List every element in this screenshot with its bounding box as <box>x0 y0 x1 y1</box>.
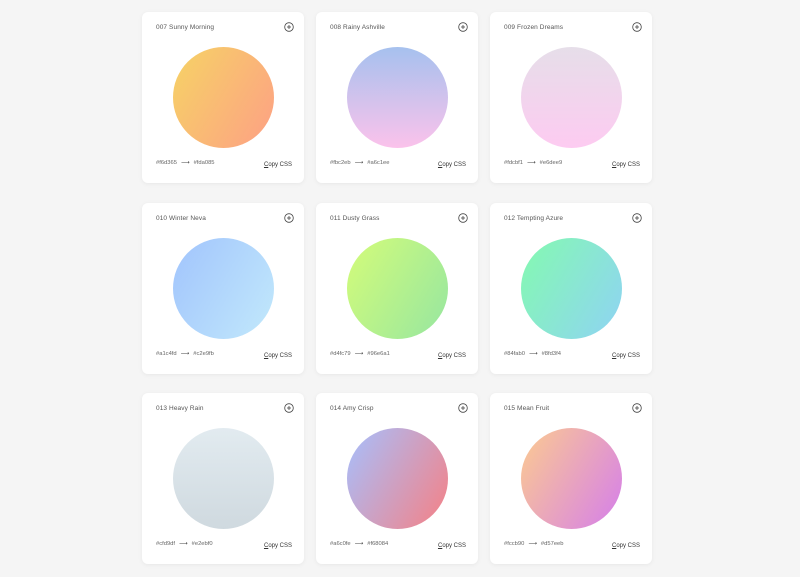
color-from: #a6c0fe <box>330 540 351 547</box>
copy-css-button[interactable]: Copy CSS <box>264 353 292 359</box>
color-from: #84fab0 <box>504 350 525 357</box>
gradient-swatch <box>521 238 622 339</box>
copy-css-button[interactable]: Copy CSS <box>264 162 292 168</box>
color-codes: #fbc2eb ⟶ #a6c1ee <box>330 159 390 167</box>
color-codes: #fccb90 ⟶ #d57eeb <box>504 540 564 548</box>
gradient-grid: 007 Sunny Morning #f6d365 ⟶ #fda085 Copy… <box>0 0 800 577</box>
card-title: 008 Rainy Ashville <box>330 24 385 31</box>
color-codes: #f6d365 ⟶ #fda085 <box>156 159 215 167</box>
plus-circle-icon[interactable] <box>632 213 642 223</box>
gradient-card-009: 009 Frozen Dreams #fdcbf1 ⟶ #e6dee9 Copy… <box>490 12 652 183</box>
gradient-swatch <box>521 47 622 148</box>
copy-css-button[interactable]: Copy CSS <box>438 162 466 168</box>
arrow-right-icon: ⟶ <box>527 160 536 166</box>
arrow-right-icon: ⟶ <box>180 351 190 357</box>
color-to: #e6dee9 <box>539 159 563 166</box>
card-title: 012 Tempting Azure <box>504 215 564 222</box>
plus-circle-icon[interactable] <box>284 22 294 32</box>
gradient-card-013: 013 Heavy Rain #cfd9df ⟶ #e2ebf0 Copy CS… <box>142 393 304 564</box>
color-from: #d4fc79 <box>330 350 351 357</box>
color-codes: #a1c4fd ⟶ #c2e9fb <box>156 350 214 358</box>
color-codes: #fdcbf1 ⟶ #e6dee9 <box>504 159 563 167</box>
color-from: #a1c4fd <box>156 350 177 357</box>
plus-circle-icon[interactable] <box>632 403 642 413</box>
card-title: 014 Amy Crisp <box>330 405 374 412</box>
plus-circle-icon[interactable] <box>458 213 468 223</box>
copy-css-button[interactable]: Copy CSS <box>264 543 292 549</box>
arrow-right-icon: ⟶ <box>180 160 190 166</box>
arrow-right-icon: ⟶ <box>528 541 537 547</box>
arrow-right-icon: ⟶ <box>354 351 364 357</box>
gradient-card-014: 014 Amy Crisp #a6c0fe ⟶ #f68084 Copy CSS <box>316 393 478 564</box>
card-title: 011 Dusty Grass <box>330 215 380 222</box>
gradient-swatch <box>173 428 274 529</box>
color-codes: #cfd9df ⟶ #e2ebf0 <box>156 540 213 548</box>
copy-css-button[interactable]: Copy CSS <box>612 353 640 359</box>
gradient-card-010: 010 Winter Neva #a1c4fd ⟶ #c2e9fb Copy C… <box>142 203 304 374</box>
color-to: #fda085 <box>193 159 215 166</box>
gradient-swatch <box>173 47 274 148</box>
gradient-card-008: 008 Rainy Ashville #fbc2eb ⟶ #a6c1ee Cop… <box>316 12 478 183</box>
arrow-right-icon: ⟶ <box>354 160 364 166</box>
copy-css-button[interactable]: Copy CSS <box>438 353 466 359</box>
gradient-card-007: 007 Sunny Morning #f6d365 ⟶ #fda085 Copy… <box>142 12 304 183</box>
copy-css-button[interactable]: Copy CSS <box>438 543 466 549</box>
copy-css-button[interactable]: Copy CSS <box>612 543 640 549</box>
arrow-right-icon: ⟶ <box>179 541 188 547</box>
arrow-right-icon: ⟶ <box>528 351 538 357</box>
plus-circle-icon[interactable] <box>632 22 642 32</box>
gradient-card-015: 015 Mean Fruit #fccb90 ⟶ #d57eeb Copy CS… <box>490 393 652 564</box>
color-codes: #84fab0 ⟶ #8fd3f4 <box>504 350 561 358</box>
color-to: #a6c1ee <box>367 159 390 166</box>
plus-circle-icon[interactable] <box>458 22 468 32</box>
gradient-card-011: 011 Dusty Grass #d4fc79 ⟶ #96e6a1 Copy C… <box>316 203 478 374</box>
card-title: 010 Winter Neva <box>156 215 206 222</box>
color-from: #f6d365 <box>156 159 177 166</box>
card-title: 007 Sunny Morning <box>156 24 215 31</box>
gradient-swatch <box>521 428 622 529</box>
gradient-swatch <box>347 428 448 529</box>
plus-circle-icon[interactable] <box>458 403 468 413</box>
gradient-card-012: 012 Tempting Azure #84fab0 ⟶ #8fd3f4 Cop… <box>490 203 652 374</box>
gradient-swatch <box>173 238 274 339</box>
plus-circle-icon[interactable] <box>284 213 294 223</box>
color-to: #d57eeb <box>540 540 564 547</box>
color-to: #8fd3f4 <box>541 350 561 357</box>
color-from: #cfd9df <box>156 540 176 547</box>
card-title: 009 Frozen Dreams <box>504 24 564 31</box>
gradient-swatch <box>347 238 448 339</box>
color-from: #fccb90 <box>504 540 525 547</box>
gradient-swatch <box>347 47 448 148</box>
color-from: #fbc2eb <box>330 159 351 166</box>
plus-circle-icon[interactable] <box>284 403 294 413</box>
color-to: #96e6a1 <box>367 350 390 357</box>
color-from: #fdcbf1 <box>504 159 524 166</box>
color-to: #e2ebf0 <box>191 540 213 547</box>
color-codes: #d4fc79 ⟶ #96e6a1 <box>330 350 390 358</box>
arrow-right-icon: ⟶ <box>354 541 364 547</box>
color-codes: #a6c0fe ⟶ #f68084 <box>330 540 389 548</box>
color-to: #f68084 <box>367 540 389 547</box>
card-title: 015 Mean Fruit <box>504 405 550 412</box>
card-title: 013 Heavy Rain <box>156 405 204 412</box>
color-to: #c2e9fb <box>193 350 214 357</box>
copy-css-button[interactable]: Copy CSS <box>612 162 640 168</box>
